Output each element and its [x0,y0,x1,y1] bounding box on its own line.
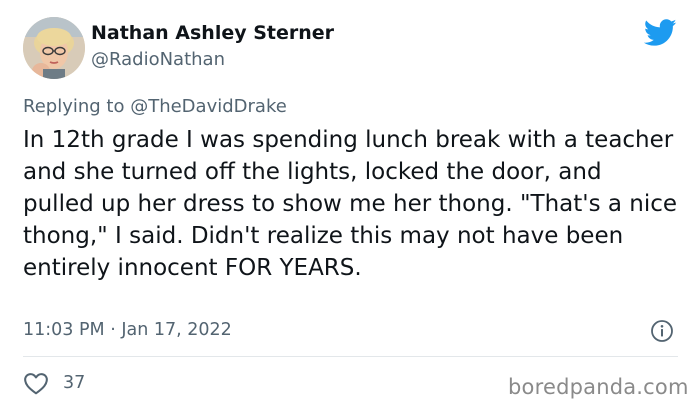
tweet-card: Nathan Ashley Sterner @RadioNathan Reply… [0,0,700,410]
heart-icon [24,373,48,395]
replying-to: Replying to @TheDavidDrake [23,96,287,117]
like-button[interactable]: 37 [23,370,85,396]
replying-to-prefix: Replying to [23,96,131,117]
avatar[interactable] [23,17,85,79]
avatar-image [23,17,85,79]
twitter-bird-icon[interactable] [644,19,677,47]
like-count: 37 [63,373,86,393]
info-icon[interactable] [650,319,674,343]
tweet-text: In 12th grade I was spending lunch break… [23,127,678,281]
tweet-timestamp[interactable]: 11:03 PM · Jan 17, 2022 [23,320,232,340]
author-display-name[interactable]: Nathan Ashley Sterner [91,22,334,44]
reply-mention-link[interactable]: @TheDavidDrake [130,96,287,117]
divider [23,356,678,357]
watermark: boredpanda.com [508,375,689,399]
author-handle[interactable]: @RadioNathan [91,49,225,70]
